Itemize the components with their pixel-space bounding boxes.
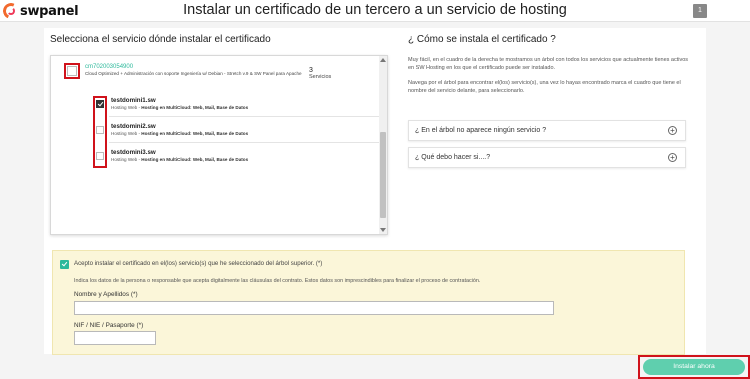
service-name-3: testdomini3.sw (111, 149, 156, 156)
divider (109, 142, 379, 143)
service-name-1: testdomini1.sw (111, 97, 156, 104)
service-desc-1: Hosting Web - Hosting en MultiCloud: Web… (111, 105, 249, 110)
how-to-paragraph-1: Muy fácil, en el cuadro de la derecha te… (408, 57, 689, 71)
faq-what-to-do[interactable]: ¿ Qué debo hacer si....? + (408, 147, 686, 168)
consent-panel: Acepto instalar el certificado en el(los… (52, 250, 685, 355)
how-to-paragraph-2: Navega por el árbol para encontrar el(lo… (408, 80, 681, 94)
highlight-server-checkbox (64, 63, 80, 79)
accept-checkbox[interactable] (60, 260, 69, 269)
scroll-down-icon[interactable] (380, 228, 386, 232)
service-select-title: Selecciona el servicio dónde instalar el… (50, 34, 271, 45)
faq-label: ¿ En el árbol no aparece ningún servicio… (415, 127, 547, 134)
divider (109, 116, 379, 117)
expand-plus-icon[interactable]: + (668, 126, 677, 135)
service-desc-2: Hosting Web - Hosting en MultiCloud: Web… (111, 131, 249, 136)
service-count: 3 Servicios (309, 67, 332, 80)
service-desc-3: Hosting Web - Hosting en MultiCloud: Web… (111, 157, 249, 162)
tree-scrollbar[interactable] (379, 56, 387, 234)
install-now-button[interactable]: Instalar ahora (643, 359, 745, 375)
service-tree[interactable]: cm702003054900 Cloud Optimized + Adminis… (50, 55, 388, 235)
server-id[interactable]: cm702003054900 (85, 64, 133, 70)
accept-label[interactable]: Acepto instalar el certificado en el(los… (74, 260, 322, 267)
service-checkbox-2[interactable] (96, 126, 104, 134)
faq-no-service[interactable]: ¿ En el árbol no aparece ningún servicio… (408, 120, 686, 141)
service-name-2: testdomini2.sw (111, 123, 156, 130)
nif-field[interactable] (74, 331, 156, 345)
service-count-label: Servicios (309, 74, 332, 80)
expand-plus-icon[interactable]: + (668, 153, 677, 162)
nif-field-label: NIF / NIE / Pasaporte (*) (74, 322, 144, 329)
scrollbar-thumb[interactable] (380, 132, 386, 218)
scroll-up-icon[interactable] (380, 58, 386, 62)
page-title: Instalar un certificado de un tercero a … (183, 2, 567, 18)
name-field-label: Nombre y Apellidos (*) (74, 291, 138, 298)
name-field[interactable] (74, 301, 554, 315)
service-checkbox-1[interactable] (96, 100, 104, 108)
consent-instructions: Indica los datos de la persona o respons… (74, 278, 481, 284)
how-to-title: ¿ Cómo se instala el certificado ? (408, 34, 556, 45)
faq-label: ¿ Qué debo hacer si....? (415, 154, 491, 161)
top-bar: swpanel Instalar un certificado de un te… (0, 0, 750, 22)
help-button[interactable]: 1 (693, 4, 707, 18)
service-checkbox-3[interactable] (96, 152, 104, 160)
server-description: Cloud Optimized + Administración con sop… (85, 71, 302, 76)
